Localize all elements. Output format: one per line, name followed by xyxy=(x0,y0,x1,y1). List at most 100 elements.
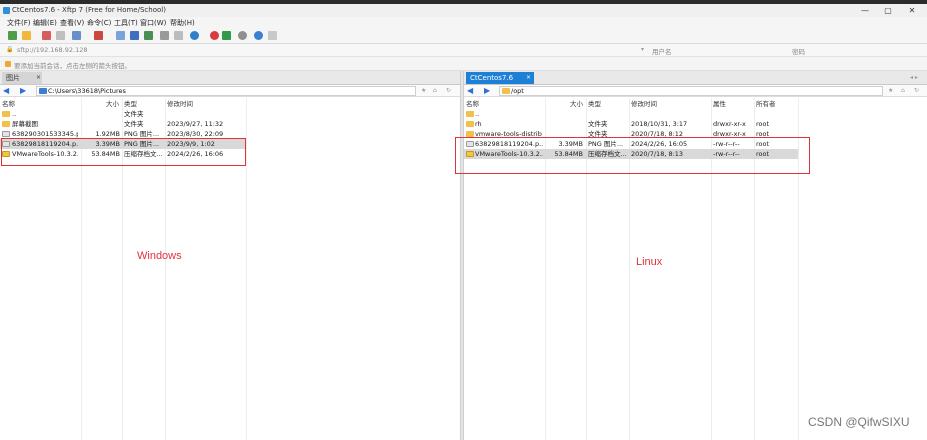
username-field[interactable]: 用户名 xyxy=(652,46,672,56)
upload-icon[interactable] xyxy=(116,31,125,40)
chat-icon[interactable] xyxy=(268,31,277,40)
left-col-type[interactable]: 类型 xyxy=(124,98,137,108)
session-hint-text: 要添加当前会话，点击左侧的箭头按钮。 xyxy=(14,62,131,70)
folder-icon xyxy=(502,88,510,94)
cell-owner: root xyxy=(756,120,770,128)
xshell-icon[interactable] xyxy=(210,31,219,40)
title-bar: CtCentos7.6 - Xftp 7 (Free for Home/Scho… xyxy=(0,4,927,17)
open-folder-icon[interactable] xyxy=(22,31,31,40)
tab-close-icon[interactable]: × xyxy=(36,72,41,84)
session-hint-icon xyxy=(5,61,11,67)
copy-icon[interactable] xyxy=(56,31,65,40)
left-col-size[interactable]: 大小 xyxy=(106,98,119,108)
right-col-permissions[interactable]: 属性 xyxy=(713,98,726,108)
disconnect-icon[interactable] xyxy=(42,31,51,40)
folder-icon xyxy=(466,111,474,117)
table-row[interactable]: .. xyxy=(464,109,798,119)
cell-name: .. xyxy=(12,110,17,118)
table-row[interactable]: 屏幕截图 文件夹 2023/9/27, 11:32 xyxy=(0,119,245,129)
sync-icon[interactable] xyxy=(144,31,153,40)
back-icon[interactable]: ◀ xyxy=(3,87,11,95)
host-input[interactable]: sftp://192.168.92.128 xyxy=(17,46,88,54)
left-col-modified[interactable]: 修改时间 xyxy=(167,98,193,108)
app-icon xyxy=(3,7,10,14)
left-highlight-box xyxy=(1,138,246,166)
cell-modified: 2018/10/31, 3:17 xyxy=(631,120,688,128)
menu-bar: 文件(F) 编辑(E) 查看(V) 命令(C) 工具(T) 窗口(W) 帮助(H… xyxy=(0,17,927,28)
left-col-name[interactable]: 名称 xyxy=(2,98,15,108)
refresh-icon[interactable] xyxy=(72,31,81,40)
menu-help[interactable]: 帮助(H) xyxy=(170,18,195,28)
cell-name: 屏幕截图 xyxy=(12,120,38,128)
menu-command[interactable]: 命令(C) xyxy=(87,18,111,28)
tab-scroll-icon[interactable]: ◂ ▸ xyxy=(910,74,918,81)
left-tab-strip xyxy=(0,71,460,85)
maximize-button[interactable]: ▢ xyxy=(881,5,895,16)
cell-type: 文件夹 xyxy=(124,120,144,128)
tab-local-label: 图片 xyxy=(6,74,20,82)
back-icon[interactable]: ◀ xyxy=(467,87,475,95)
cell-modified: 2023/9/27, 11:32 xyxy=(167,120,224,128)
right-col-size[interactable]: 大小 xyxy=(570,98,583,108)
tab-remote-session[interactable]: CtCentos7.6 × xyxy=(466,72,534,84)
cell-name: rh xyxy=(475,120,482,128)
right-annotation: Linux xyxy=(636,256,663,268)
right-path-input[interactable]: /opt xyxy=(499,86,883,96)
cell-type: 文件夹 xyxy=(588,120,608,128)
menu-file[interactable]: 文件(F) xyxy=(7,18,31,28)
folder-icon xyxy=(2,121,10,127)
queue-icon[interactable] xyxy=(160,31,169,40)
cell-perm: drwxr-xr-x xyxy=(713,120,746,128)
right-refresh-icon[interactable]: ↻ xyxy=(914,87,919,94)
right-home-icon[interactable]: ⌂ xyxy=(901,87,905,94)
toolbar xyxy=(0,28,927,44)
left-refresh-icon[interactable]: ↻ xyxy=(446,87,451,94)
right-col-type[interactable]: 类型 xyxy=(588,98,601,108)
gear-icon[interactable] xyxy=(238,31,247,40)
cell-type: 文件夹 xyxy=(124,110,144,118)
column-divider xyxy=(246,98,247,440)
right-col-name[interactable]: 名称 xyxy=(466,98,479,108)
right-highlight-box xyxy=(455,137,810,174)
transfer-icon[interactable] xyxy=(94,31,103,40)
address-bar: 🔒 sftp://192.168.92.128 ▾ 用户名 密码 xyxy=(0,44,927,57)
password-field[interactable]: 密码 xyxy=(792,46,805,56)
right-col-owner[interactable]: 所有者 xyxy=(756,98,776,108)
forward-icon[interactable]: ▶ xyxy=(20,87,28,95)
tab-close-icon[interactable]: × xyxy=(526,72,531,84)
right-path-text: /opt xyxy=(511,87,524,95)
folder-icon xyxy=(466,121,474,127)
minimize-button[interactable]: — xyxy=(858,5,872,16)
log-icon[interactable] xyxy=(174,31,183,40)
forward-icon[interactable]: ▶ xyxy=(484,87,492,95)
left-annotation: Windows xyxy=(137,250,182,262)
globe-icon[interactable] xyxy=(190,31,199,40)
close-button[interactable]: ✕ xyxy=(905,5,919,16)
menu-tools[interactable]: 工具(T) xyxy=(114,18,138,28)
menu-edit[interactable]: 编辑(E) xyxy=(33,18,57,28)
host-dropdown-icon[interactable]: ▾ xyxy=(641,46,644,53)
table-row[interactable]: .. 文件夹 xyxy=(0,109,245,119)
menu-view[interactable]: 查看(V) xyxy=(60,18,84,28)
right-col-modified[interactable]: 修改时间 xyxy=(631,98,657,108)
cell-name: .. xyxy=(475,110,480,118)
left-path-input[interactable]: C:\Users\33618\Pictures xyxy=(36,86,416,96)
tab-remote-label: CtCentos7.6 xyxy=(470,74,514,82)
download-icon[interactable] xyxy=(130,31,139,40)
left-path-text: C:\Users\33618\Pictures xyxy=(48,87,126,95)
new-session-icon[interactable] xyxy=(8,31,17,40)
table-row[interactable]: rh 文件夹 2018/10/31, 3:17 drwxr-xr-x root xyxy=(464,119,798,129)
session-hint-bar: 要添加当前会话，点击左侧的箭头按钮。 xyxy=(0,57,927,71)
left-bookmark-icon[interactable]: ★ xyxy=(421,87,426,94)
window-title: CtCentos7.6 - Xftp 7 (Free for Home/Scho… xyxy=(12,6,166,14)
image-file-icon xyxy=(2,131,10,137)
menu-window[interactable]: 窗口(W) xyxy=(140,18,166,28)
right-bookmark-icon[interactable]: ★ xyxy=(888,87,893,94)
watermark: CSDN @QifwSIXU xyxy=(808,415,910,429)
script-icon[interactable] xyxy=(222,31,231,40)
folder-icon xyxy=(2,111,10,117)
drive-icon xyxy=(39,88,47,94)
left-home-icon[interactable]: ⌂ xyxy=(433,87,437,94)
help-icon[interactable] xyxy=(254,31,263,40)
tab-local-pictures[interactable]: 图片 × xyxy=(2,72,42,84)
